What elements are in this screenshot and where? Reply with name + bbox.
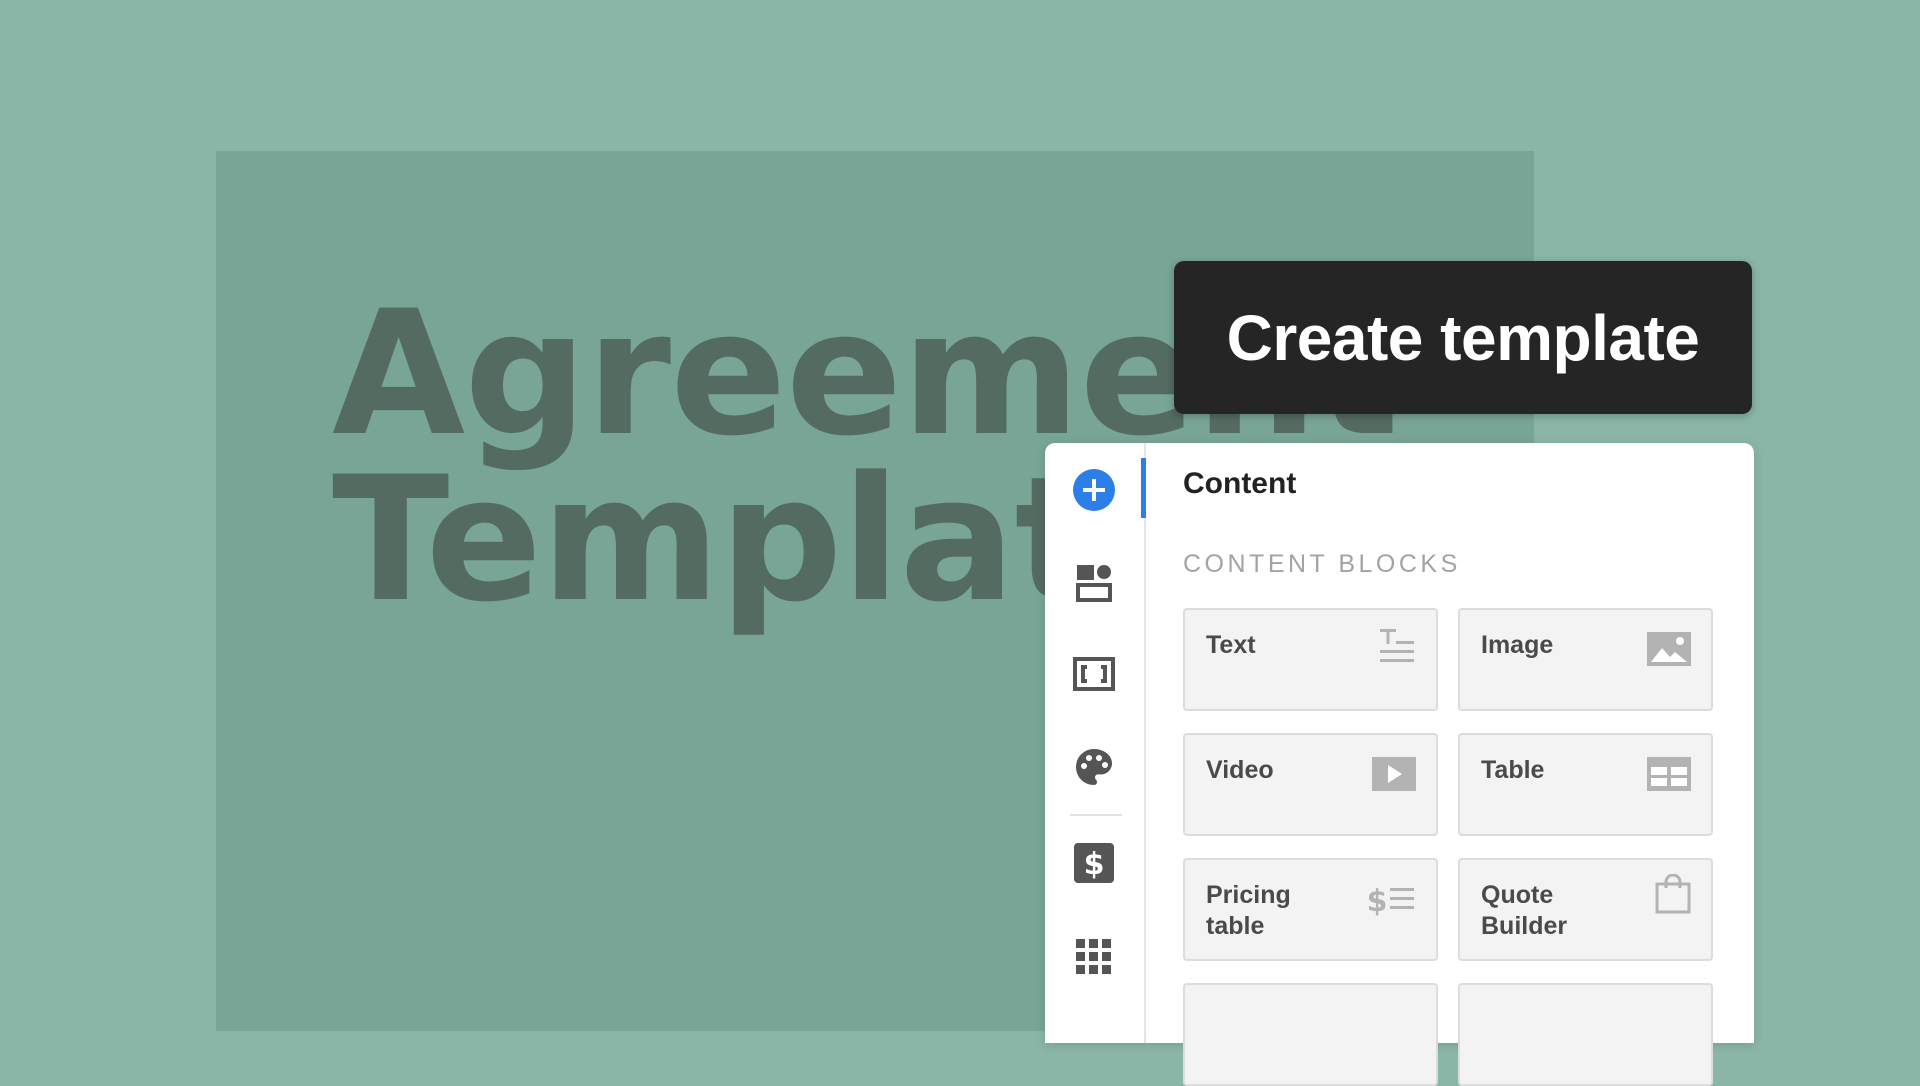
table-block-icon — [1647, 757, 1691, 796]
quote-builder-block-card[interactable]: Quote Builder — [1458, 858, 1713, 961]
pricing-dollar-icon[interactable]: $ — [1069, 838, 1119, 888]
content-block-card[interactable] — [1458, 983, 1713, 1086]
tooltip-label: Create template — [1226, 301, 1700, 374]
content-block-card[interactable] — [1183, 983, 1438, 1086]
svg-text:$: $ — [1368, 884, 1387, 916]
text-block-card[interactable]: Text — [1183, 608, 1438, 711]
panel-title: Content — [1183, 467, 1297, 500]
card-label: Quote Builder — [1481, 881, 1568, 940]
panel-rail: $ — [1045, 443, 1146, 1043]
rail-active-indicator — [1141, 458, 1146, 518]
rail-separator — [1070, 814, 1122, 816]
image-block-icon — [1647, 632, 1691, 671]
pricing-table-icon: $ — [1367, 882, 1416, 921]
section-label: CONTENT BLOCKS — [1183, 550, 1461, 578]
layout-blocks-icon[interactable] — [1069, 558, 1119, 608]
card-label: Image — [1481, 631, 1554, 659]
image-block-card[interactable]: Image — [1458, 608, 1713, 711]
card-label: Text — [1206, 631, 1256, 659]
pricing-table-block-card[interactable]: Pricing table $ — [1183, 858, 1438, 961]
card-label: Video — [1206, 756, 1274, 784]
palette-icon[interactable] — [1069, 742, 1119, 792]
card-label: Pricing table — [1206, 881, 1291, 940]
card-label: Table — [1481, 756, 1545, 784]
quote-builder-icon — [1655, 873, 1691, 919]
text-block-icon — [1378, 628, 1416, 671]
create-template-tooltip[interactable]: Create template — [1174, 261, 1752, 414]
apps-grid-icon[interactable] — [1069, 932, 1119, 982]
table-block-card[interactable]: Table — [1458, 733, 1713, 836]
frame-icon[interactable] — [1069, 649, 1119, 699]
add-icon[interactable] — [1069, 465, 1119, 515]
video-block-card[interactable]: Video — [1183, 733, 1438, 836]
svg-text:$: $ — [1084, 847, 1105, 882]
editor-side-panel: $ Content CONTENT BLOCKS Text Image Vide… — [1045, 443, 1754, 1086]
video-block-icon — [1372, 757, 1416, 796]
